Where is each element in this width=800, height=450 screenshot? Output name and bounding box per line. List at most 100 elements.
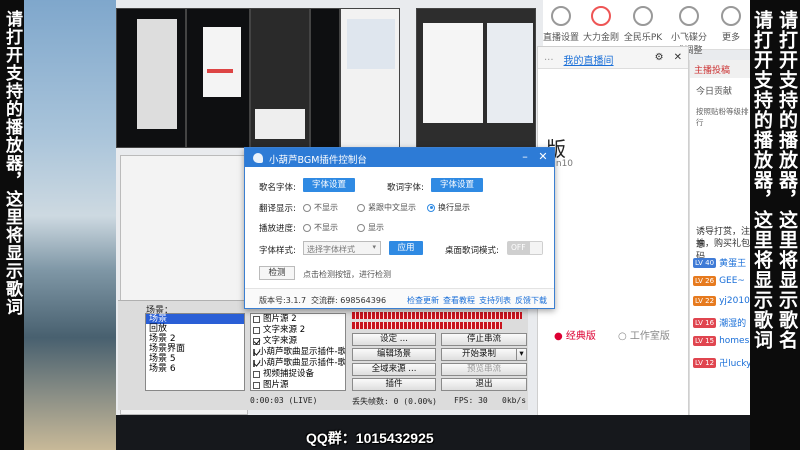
status-dropped: 丢失帧数: 0 (0.00%) bbox=[352, 397, 437, 406]
rank-row[interactable]: LV 15 homesi bbox=[693, 336, 752, 346]
source-item[interactable]: 图片源 2 bbox=[251, 314, 345, 325]
source-item[interactable]: 文字来源 2 bbox=[251, 325, 345, 336]
left-lyric-strip: 请打开支持的播放器，这里将显示歌词 bbox=[0, 0, 24, 450]
source-item[interactable]: 图片源 bbox=[251, 380, 345, 390]
radio-dot bbox=[303, 203, 311, 212]
rank-row[interactable]: LV 16 潮湿的 bbox=[693, 316, 746, 329]
minimize-button[interactable]: – bbox=[518, 150, 532, 163]
progress-option-hide[interactable]: 不显示 bbox=[303, 222, 338, 233]
source-label: 文字来源 bbox=[263, 336, 298, 346]
scene-item[interactable]: 场景 5 bbox=[146, 354, 244, 364]
plugins-button[interactable]: 插件 bbox=[352, 378, 436, 391]
edit-scene-button[interactable]: 编辑场景 bbox=[352, 348, 436, 361]
progress-option-show[interactable]: 显示 bbox=[357, 222, 384, 233]
level-badge: LV 40 bbox=[693, 257, 717, 268]
rank-name: GEE~ bbox=[719, 276, 745, 286]
source-item[interactable]: 文字来源 bbox=[251, 336, 345, 347]
screen-recording: 请打开支持的播放器，这里将显示歌词 直播设置 大力金刚 全民乐PK 小飞碟分 调… bbox=[0, 0, 800, 450]
right-lyric-strip: 请打开支持的播放器，这里将显示歌词 bbox=[750, 0, 775, 450]
close-icon[interactable]: ✕ bbox=[674, 52, 682, 63]
source-checkbox[interactable] bbox=[253, 371, 260, 378]
source-checkbox[interactable] bbox=[253, 349, 255, 356]
source-item[interactable]: 小葫芦歌曲显示插件-歌 bbox=[251, 347, 345, 358]
rank-row[interactable]: LV 26 GEE~ bbox=[693, 276, 745, 286]
gear-icon[interactable]: ⚙ bbox=[655, 52, 664, 63]
toolbar-item-pk[interactable]: 全民乐PK bbox=[623, 6, 663, 43]
radio-studio[interactable]: ○ 工作室版 bbox=[618, 327, 670, 342]
toggle-knob bbox=[530, 242, 542, 254]
scene-list[interactable]: 场景 回放 场景 2 场景界面 场景 5 场景 6 bbox=[145, 313, 245, 391]
translation-option-follow[interactable]: 紧跟中文显示 bbox=[357, 202, 416, 213]
support-list-link[interactable]: 支持列表 bbox=[479, 295, 511, 306]
toolbar-item-strength[interactable]: 大力金刚 bbox=[581, 6, 621, 43]
start-record-button[interactable]: 开始录制 bbox=[441, 348, 517, 361]
rank-name: 潮湿的 bbox=[719, 319, 747, 329]
desktop-lyric-toggle[interactable]: OFF bbox=[507, 241, 543, 255]
radio-classic[interactable]: ● 经典版 bbox=[554, 327, 596, 342]
level-badge: LV 15 bbox=[693, 336, 717, 346]
contribute-tab[interactable]: 主播投稿 bbox=[690, 60, 751, 78]
toolbar-item-more[interactable]: 更多 bbox=[711, 6, 751, 43]
source-checkbox[interactable] bbox=[253, 338, 260, 345]
left-lyric-text: 请打开支持的播放器，这里将显示歌词 bbox=[2, 10, 22, 316]
record-dropdown-button[interactable]: ▾ bbox=[516, 348, 527, 361]
apply-button[interactable]: 应用 bbox=[389, 241, 423, 255]
preview-thumb bbox=[116, 8, 186, 148]
style-label: 字体样式: bbox=[259, 246, 296, 256]
lyric-font-button[interactable]: 字体设置 bbox=[431, 178, 483, 192]
bgm-plugin-dialog: 小葫芦BGM插件控制台 – ✕ 歌名字体: 字体设置 歌词字体: 字体设置 翻译… bbox=[244, 147, 555, 309]
toolbar-item-settings[interactable]: 直播设置 bbox=[541, 6, 581, 43]
right-lyric-text: 请打开支持的播放器，这里将显示歌词 bbox=[751, 10, 773, 350]
scene-item[interactable]: 场景 6 bbox=[146, 364, 244, 374]
feedback-download-link[interactable]: 反馈下载 bbox=[515, 295, 547, 306]
scene-item[interactable]: 场景 2 bbox=[146, 334, 244, 344]
preview-thumb bbox=[340, 8, 400, 148]
scene-item[interactable]: 场景 bbox=[146, 314, 244, 324]
group-text: 交流群: 698564396 bbox=[311, 296, 387, 305]
source-checkbox[interactable] bbox=[253, 360, 255, 367]
my-room-link[interactable]: 我的直播间 bbox=[564, 52, 614, 67]
rank-row[interactable]: LV 22 yj2010 bbox=[693, 296, 750, 306]
detect-button[interactable]: 检测 bbox=[259, 266, 295, 280]
level-badge: LV 26 bbox=[693, 276, 717, 286]
check-update-link[interactable]: 检查更新 bbox=[407, 295, 439, 306]
source-checkbox[interactable] bbox=[253, 382, 260, 389]
source-checkbox[interactable] bbox=[253, 316, 260, 323]
settings-button[interactable]: 设定 ... bbox=[352, 333, 436, 346]
obs-status-bar: 0:00:03 (LIVE) 丢失帧数: 0 (0.00%) FPS: 30 0… bbox=[248, 396, 530, 408]
right-song-text: 请打开支持的播放器，这里将显示歌名 bbox=[776, 10, 798, 350]
source-item[interactable]: 视频捕捉设备 bbox=[251, 369, 345, 380]
live-panel-header: ... 我的直播间 ⚙ ✕ bbox=[538, 47, 688, 69]
rank-name: 黄蛋王 bbox=[719, 259, 747, 269]
translation-option-hide[interactable]: 不显示 bbox=[303, 202, 338, 213]
desktop-wallpaper bbox=[24, 0, 116, 450]
source-checkbox[interactable] bbox=[253, 327, 260, 334]
today-tab[interactable]: 今日贡献 bbox=[696, 84, 732, 97]
stop-stream-button[interactable]: 停止串流 bbox=[441, 333, 527, 346]
preview-thumb bbox=[250, 8, 310, 148]
rank-row[interactable]: LV 12 卍lucky bbox=[693, 356, 751, 369]
rank-row[interactable]: LV 40 黄蛋王 bbox=[693, 256, 746, 269]
scene-item[interactable]: 回放 bbox=[146, 324, 244, 334]
progress-label: 播放进度: bbox=[259, 224, 296, 234]
scene-item[interactable]: 场景界面 bbox=[146, 344, 244, 354]
fire-icon bbox=[591, 6, 611, 26]
exit-button[interactable]: 退出 bbox=[441, 378, 527, 391]
translation-label: 翻译显示: bbox=[259, 204, 296, 214]
rank-name: 卍lucky bbox=[719, 359, 752, 369]
global-sources-button[interactable]: 全域来源 ... bbox=[352, 363, 436, 376]
level-badge: LV 16 bbox=[693, 317, 717, 328]
song-font-button[interactable]: 字体设置 bbox=[303, 178, 355, 192]
source-item[interactable]: 小葫芦歌曲显示插件-歌 bbox=[251, 358, 345, 369]
view-tutorial-link[interactable]: 查看教程 bbox=[443, 295, 475, 306]
close-button[interactable]: ✕ bbox=[536, 150, 550, 163]
preview-thumb bbox=[186, 8, 250, 148]
source-list[interactable]: 图片源 2 文字来源 2 文字来源 小葫芦歌曲显示插件-歌 小葫芦歌曲显示插件-歌 视频捕… bbox=[250, 313, 346, 391]
lyric-font-label: 歌词字体: bbox=[387, 183, 424, 193]
preview-thumb bbox=[416, 8, 536, 148]
song-font-label: 歌名字体: bbox=[259, 183, 296, 193]
style-select[interactable]: 选择字体样式 ▾ bbox=[303, 241, 381, 255]
preview-stream-button[interactable]: 预览串流 bbox=[441, 363, 527, 376]
chevron-down-icon: ▾ bbox=[519, 349, 524, 359]
translation-option-newline[interactable]: 换行显示 bbox=[427, 202, 470, 213]
